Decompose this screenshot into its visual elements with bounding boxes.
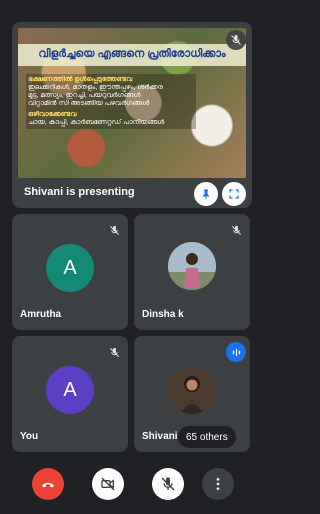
slide-line: ഇലക്കറികൾ, മാതളം, ഈന്തപ്പഴം, ശർക്കര <box>28 84 163 91</box>
camera-toggle-button[interactable] <box>92 468 124 500</box>
phone-hangup-icon <box>42 482 54 488</box>
mic-toggle-button[interactable] <box>152 468 184 500</box>
slide-line: ഒഴിവാക്കേണ്ടവ <box>28 111 77 118</box>
slide-title: വിളർച്ചയെ എങ്ങനെ പ്രതിരോധിക്കാം <box>38 48 226 60</box>
more-options-button[interactable] <box>202 468 234 500</box>
avatar: A <box>46 366 94 414</box>
fullscreen-icon <box>229 189 239 199</box>
mic-off-icon <box>104 220 124 240</box>
participant-name: Amrutha <box>20 309 62 320</box>
slide-body: ഭക്ഷണത്തിൽ ഉൾപ്പെടുത്തേണ്ടവ ഇലക്കറികൾ, മ… <box>26 74 196 129</box>
avatar <box>168 242 216 290</box>
slide-line: ഭക്ഷണത്തിൽ ഉൾപ്പെടുത്തേണ്ടവ <box>28 76 133 83</box>
more-vert-icon <box>216 478 220 490</box>
audio-bars-icon <box>226 342 246 362</box>
participant-tile[interactable]: Dinsha k <box>134 214 250 330</box>
participant-tile[interactable]: A Amrutha <box>12 214 128 330</box>
slide-line: മുട്ട, മത്സ്യം, ഇറച്ചി, പയറുവർഗങ്ങൾ <box>28 92 141 99</box>
participant-name: Dinsha k <box>142 309 184 320</box>
participant-tile[interactable]: Shivani 65 others <box>134 336 250 452</box>
end-call-button[interactable] <box>32 468 64 500</box>
slide-line: വിറ്റാമിൻ സി അടങ്ങിയ പഴവർഗങ്ങൾ <box>28 100 150 107</box>
pin-button[interactable] <box>194 182 218 206</box>
presentation-tile[interactable]: വിളർച്ചയെ എങ്ങനെ പ്രതിരോധിക്കാം ഭക്ഷണത്ത… <box>12 22 252 208</box>
shared-slide: വിളർച്ചയെ എങ്ങനെ പ്രതിരോധിക്കാം ഭക്ഷണത്ത… <box>18 28 246 178</box>
avatar <box>168 366 216 414</box>
mic-off-icon <box>161 477 175 491</box>
mic-off-icon <box>104 342 124 362</box>
participant-name: Shivani <box>142 431 178 442</box>
avatar: A <box>46 244 94 292</box>
mic-off-icon <box>226 220 246 240</box>
call-controls <box>6 464 254 504</box>
meet-call-screen: വിളർച്ചയെ എങ്ങനെ പ്രതിരോധിക്കാം ഭക്ഷണത്ത… <box>6 10 254 506</box>
self-tile[interactable]: A You <box>12 336 128 452</box>
presenter-mic-off-icon <box>226 30 246 50</box>
presenter-label: Shivani is presenting <box>24 186 135 198</box>
fullscreen-button[interactable] <box>222 182 246 206</box>
slide-line: ചായ, കാപ്പി, കാർബണേറ്റഡ് പാനീയങ്ങൾ <box>28 119 165 126</box>
others-count-pill[interactable]: 65 others <box>178 426 236 448</box>
camera-off-icon <box>101 477 115 491</box>
pin-icon <box>203 189 209 200</box>
participant-name: You <box>20 431 39 442</box>
